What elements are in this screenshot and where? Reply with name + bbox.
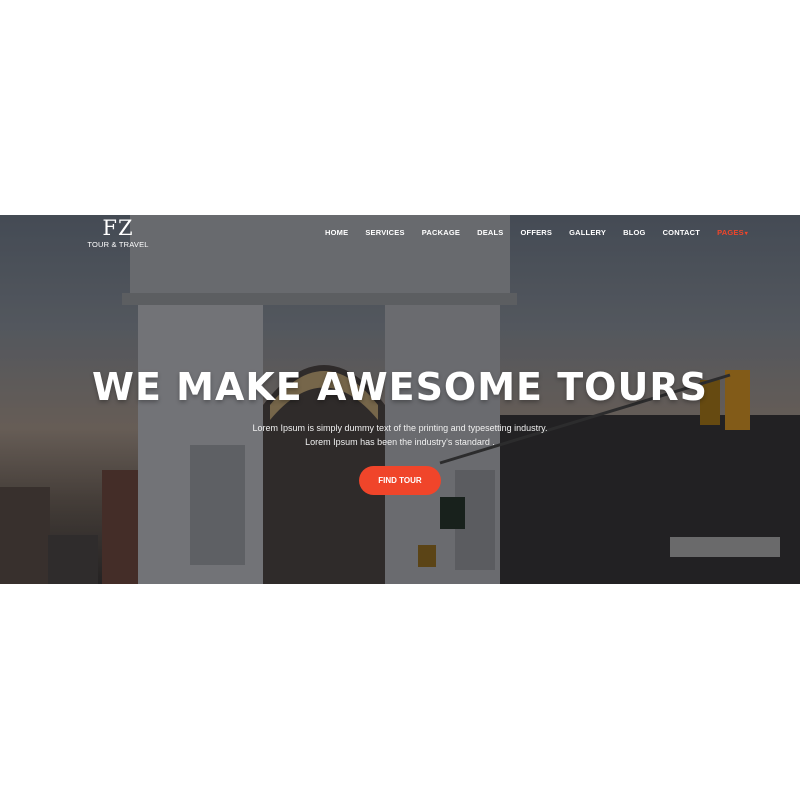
nav-offers[interactable]: OFFERS	[521, 228, 553, 237]
nav-blog[interactable]: BLOG	[623, 228, 645, 237]
hero-headline: WE MAKE AWESOME TOURS	[92, 365, 708, 409]
nav-pages[interactable]: PAGES▾	[717, 228, 748, 237]
nav-pages-label: PAGES	[717, 228, 744, 237]
nav-deals[interactable]: DEALS	[477, 228, 503, 237]
nav-home[interactable]: HOME	[325, 228, 348, 237]
main-nav: HOME SERVICES PACKAGE DEALS OFFERS GALLE…	[325, 228, 765, 237]
logo-mark: FZ	[102, 216, 134, 240]
chevron-down-icon: ▾	[744, 231, 748, 237]
nav-services[interactable]: SERVICES	[365, 228, 404, 237]
hero-description-line-2: Lorem Ipsum has been the industry's stan…	[305, 437, 495, 447]
hero-description: Lorem Ipsum is simply dummy text of the …	[0, 421, 800, 449]
nav-contact[interactable]: CONTACT	[663, 228, 701, 237]
nav-package[interactable]: PACKAGE	[422, 228, 460, 237]
nav-gallery[interactable]: GALLERY	[569, 228, 606, 237]
find-tour-button[interactable]: FIND TOUR	[359, 466, 441, 495]
hero-description-line-1: Lorem Ipsum is simply dummy text of the …	[252, 423, 548, 433]
logo-subtitle: TOUR & TRAVEL	[87, 240, 149, 249]
logo[interactable]: FZ TOUR & TRAVEL	[86, 217, 150, 249]
hero-banner: FZ TOUR & TRAVEL HOME SERVICES PACKAGE D…	[0, 215, 800, 584]
